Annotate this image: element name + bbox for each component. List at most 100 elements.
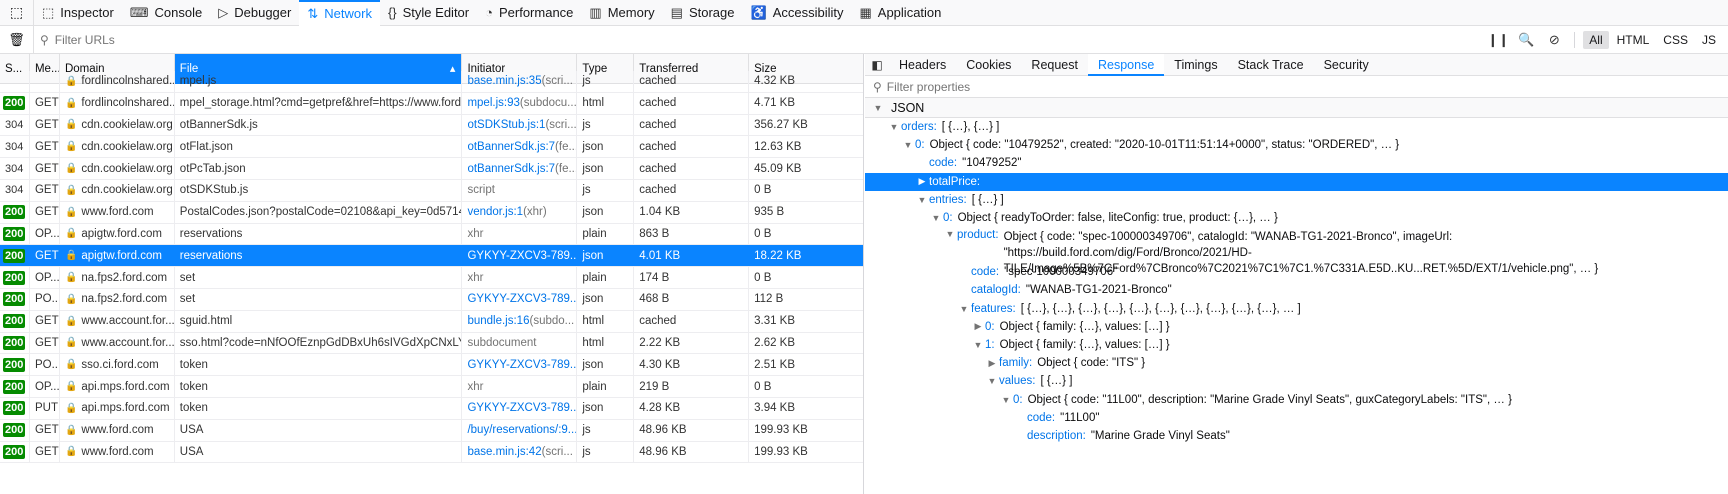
- expanded-arrow-icon[interactable]: ▼: [943, 229, 957, 239]
- initiator-cell[interactable]: mpel.js:93 (subdocu...: [462, 92, 578, 114]
- details-tab-cookies[interactable]: Cookies: [956, 54, 1021, 76]
- initiator-cell[interactable]: xhr: [462, 376, 578, 397]
- tab-memory[interactable]: ▥ Memory: [581, 0, 662, 26]
- table-row[interactable]: 200 OP... 🔒 api.mps.ford.com token xhr plain 21…: [0, 376, 863, 398]
- table-row[interactable]: 200 GET 🔒 www.ford.com USA base.min.js:42 (sc…: [0, 441, 863, 464]
- initiator-link[interactable]: base.min.js:42: [467, 446, 541, 458]
- json-tree-node[interactable]: code: "10479252": [865, 154, 1728, 172]
- expanded-arrow-icon[interactable]: ▼: [971, 340, 985, 350]
- table-row[interactable]: 304 GET 🔒 cdn.cookielaw.org otPcTab.json otBa…: [0, 158, 863, 180]
- details-tab-security[interactable]: Security: [1314, 54, 1379, 76]
- toggle-sidebar-icon[interactable]: ◧: [865, 58, 889, 72]
- json-tree-node[interactable]: ▼ 0: Object { code: "11L00", description: …: [865, 390, 1728, 408]
- json-tree-node[interactable]: ▼ product: Object { code: "spec-1000003497…: [865, 227, 1728, 275]
- clear-requests-icon[interactable]: 🗑: [0, 25, 34, 54]
- initiator-link[interactable]: GYKYY-ZXCV3-789...: [467, 250, 576, 262]
- tab-accessibility[interactable]: ♿ Accessibility: [743, 0, 852, 26]
- json-tree-node[interactable]: ▼ orders: [ {…}, {…} ]: [865, 118, 1728, 136]
- json-tree-node[interactable]: ▶ totalPrice:: [865, 172, 1728, 191]
- initiator-link[interactable]: GYKYY-ZXCV3-789...: [467, 402, 576, 414]
- json-tree-node[interactable]: code: "spec-100000349706": [865, 263, 1728, 281]
- expanded-arrow-icon[interactable]: ▼: [999, 395, 1013, 405]
- table-row[interactable]: 200 PO... 🔒 sso.ci.ford.com token GYKYY-ZXCV3…: [0, 354, 863, 377]
- json-tree-node[interactable]: ▼ entries: [ {…} ]: [865, 191, 1728, 209]
- initiator-link[interactable]: GYKYY-ZXCV3-789...: [467, 293, 576, 305]
- initiator-link[interactable]: otSDKStub.js:1: [467, 119, 545, 131]
- filter-type-js[interactable]: JS: [1696, 31, 1722, 49]
- element-picker-icon[interactable]: ⬚: [0, 0, 34, 26]
- table-row[interactable]: 200 GET 🔒 www.account.for... sso.html?code=n…: [0, 332, 863, 355]
- table-row[interactable]: 200 PUT 🔒 api.mps.ford.com token GYKYY-ZXCV3-…: [0, 397, 863, 420]
- json-tree-node[interactable]: ▼ values: [ {…} ]: [865, 372, 1728, 390]
- initiator-cell[interactable]: base.min.js:42 (scri...: [462, 441, 578, 463]
- filter-type-html[interactable]: HTML: [1611, 31, 1656, 49]
- expanded-arrow-icon[interactable]: ▼: [957, 304, 971, 314]
- initiator-link[interactable]: mpel.js:93: [467, 97, 519, 109]
- tab-performance[interactable]: ◔ Performance: [477, 0, 581, 26]
- expanded-arrow-icon[interactable]: ▼: [901, 140, 915, 150]
- json-tree-node[interactable]: ▼ features: [ {…}, {…}, {…}, {…}, {…}, {…}…: [865, 300, 1728, 318]
- initiator-cell[interactable]: otBannerSdk.js:7 (fe...: [462, 158, 578, 179]
- initiator-link[interactable]: base.min.js:35: [467, 75, 541, 87]
- tab-application[interactable]: ▦ Application: [851, 0, 949, 26]
- tab-console[interactable]: ⌨ Console: [122, 0, 210, 26]
- table-row[interactable]: 200 PO... 🔒 na.fps2.ford.com set GYKYY-ZXCV3-…: [0, 288, 863, 311]
- tab-inspector[interactable]: ⬚ Inspector: [34, 0, 122, 26]
- table-row[interactable]: 200 GET 🔒 www.ford.com PostalCodes.json?post…: [0, 201, 863, 224]
- table-row[interactable]: 200 GET 🔒 www.account.for... sguid.html bundl…: [0, 310, 863, 333]
- block-icon[interactable]: ⊘: [1542, 32, 1566, 48]
- initiator-cell[interactable]: /buy/reservations/:9...: [462, 419, 578, 441]
- table-row[interactable]: 200 GET 🔒 apigtw.ford.com reservations GYKYY-…: [0, 245, 863, 268]
- filter-properties-input[interactable]: [886, 79, 1387, 94]
- search-icon[interactable]: 🔍: [1514, 32, 1538, 48]
- initiator-cell[interactable]: script: [462, 179, 578, 201]
- details-tab-timings[interactable]: Timings: [1164, 54, 1227, 76]
- filter-urls-input[interactable]: [54, 32, 1255, 47]
- initiator-link[interactable]: /buy/reservations/:9...: [467, 424, 576, 436]
- json-section-header[interactable]: ▼ JSON: [865, 98, 1728, 118]
- initiator-cell[interactable]: bundle.js:16 (subdo...: [462, 310, 578, 332]
- table-row[interactable]: 200 GET 🔒 www.ford.com USA/buy/reservations/…: [0, 419, 863, 442]
- initiator-cell[interactable]: otBannerSdk.js:7 (fe...: [462, 136, 578, 158]
- json-tree-node[interactable]: ▼ 0: Object { code: "10479252", created: "…: [865, 136, 1728, 154]
- initiator-link[interactable]: otBannerSdk.js:7: [467, 163, 555, 175]
- initiator-link[interactable]: bundle.js:16: [467, 315, 529, 327]
- initiator-link[interactable]: otBannerSdk.js:7: [467, 141, 555, 153]
- initiator-cell[interactable]: base.min.js:35 (scri...: [462, 71, 578, 92]
- expanded-arrow-icon[interactable]: ▼: [915, 195, 929, 205]
- initiator-cell[interactable]: xhr: [462, 223, 578, 245]
- initiator-cell[interactable]: vendor.js:1 (xhr): [462, 201, 578, 223]
- json-tree-node[interactable]: ▼ 0: Object { readyToOrder: false, liteCon…: [865, 209, 1728, 227]
- table-row[interactable]: 200 GET 🔒 fordlincolnshared... mpel_storage.…: [0, 92, 863, 115]
- collapsed-arrow-icon[interactable]: ▶: [915, 176, 929, 187]
- initiator-cell[interactable]: GYKYY-ZXCV3-789...: [462, 288, 578, 310]
- details-tab-response[interactable]: Response: [1087, 54, 1165, 76]
- initiator-cell[interactable]: otSDKStub.js:1 (scri...: [462, 114, 578, 136]
- filter-type-css[interactable]: CSS: [1657, 31, 1694, 49]
- initiator-cell[interactable]: subdocument: [462, 332, 578, 354]
- tab-style-editor[interactable]: {} Style Editor: [380, 0, 477, 26]
- filter-type-all[interactable]: All: [1583, 31, 1609, 49]
- json-tree-node[interactable]: ▶ 0: Object { family: {…}, values: […] }: [865, 318, 1728, 336]
- table-row[interactable]: 🔒 fordlincolnshared... mpel.js base.min.js:…: [0, 71, 863, 93]
- table-row[interactable]: 200 OP... 🔒 na.fps2.ford.com set xhr plain 174 …: [0, 267, 863, 289]
- tab-debugger[interactable]: ▷ Debugger: [210, 0, 299, 26]
- collapsed-arrow-icon[interactable]: ▶: [985, 358, 999, 369]
- table-row[interactable]: 304 GET 🔒 cdn.cookielaw.org otSDKStub.js scri…: [0, 179, 863, 202]
- table-row[interactable]: 304 GET 🔒 cdn.cookielaw.org otBannerSdk.js ot…: [0, 114, 863, 137]
- json-tree-node[interactable]: code: "11L00": [865, 409, 1728, 427]
- initiator-link[interactable]: vendor.js:1: [467, 206, 523, 218]
- tab-network[interactable]: ⇅ Network: [299, 0, 380, 26]
- json-tree-node[interactable]: catalogId: "WANAB-TG1-2021-Bronco": [865, 281, 1728, 299]
- initiator-cell[interactable]: xhr: [462, 267, 578, 288]
- expanded-arrow-icon[interactable]: ▼: [887, 122, 901, 132]
- initiator-link[interactable]: GYKYY-ZXCV3-789...: [467, 359, 576, 371]
- json-tree-node[interactable]: ▶ family: Object { code: "ITS" }: [865, 354, 1728, 372]
- pause-icon[interactable]: ❙❙: [1486, 32, 1510, 48]
- details-tab-stack-trace[interactable]: Stack Trace: [1228, 54, 1314, 76]
- expanded-arrow-icon[interactable]: ▼: [985, 376, 999, 386]
- table-row[interactable]: 200 OP... 🔒 apigtw.ford.com reservations xhr p…: [0, 223, 863, 246]
- details-tab-headers[interactable]: Headers: [889, 54, 956, 76]
- table-row[interactable]: 304 GET 🔒 cdn.cookielaw.org otFlat.json otBan…: [0, 136, 863, 159]
- collapsed-arrow-icon[interactable]: ▶: [971, 321, 985, 332]
